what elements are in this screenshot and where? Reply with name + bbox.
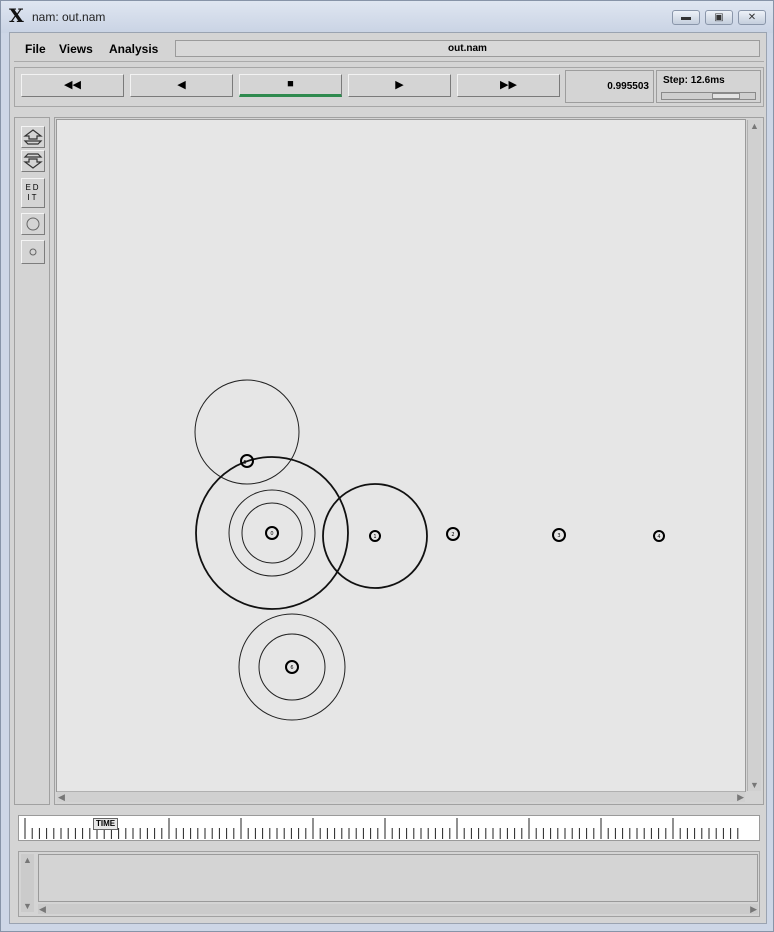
node-2[interactable]: 2 — [446, 527, 460, 541]
play-icon: ▶ — [395, 79, 404, 91]
timeline-slider[interactable]: TIME — [18, 815, 760, 841]
edit-button[interactable]: ED IT — [21, 178, 45, 208]
canvas-vertical-scrollbar[interactable]: ▲ ▼ — [747, 120, 761, 791]
network-topology: 5 0 1 2 3 4 6 — [194, 379, 665, 721]
fast-forward-button[interactable]: ▶▶ — [457, 74, 560, 97]
node-3-label: 3 — [557, 533, 560, 539]
step-label: Step: 12.6ms — [663, 75, 725, 86]
large-circle-icon — [26, 217, 40, 231]
menu-bar: File Views Analysis out.nam — [14, 37, 764, 62]
network-canvas-panel: 5 0 1 2 3 4 6 ▲ ▼ ◀ ▶ — [54, 117, 764, 805]
message-horizontal-scrollbar[interactable]: ◀ ▶ — [38, 904, 758, 914]
node-3[interactable]: 3 — [552, 528, 566, 542]
zoom-in-button[interactable] — [21, 126, 45, 148]
stop-icon: ■ — [287, 78, 294, 90]
node-4-label: 4 — [657, 534, 660, 540]
scroll-right-arrow-icon[interactable]: ▶ — [737, 792, 744, 802]
step-control: Step: 12.6ms — [656, 70, 761, 103]
play-button[interactable]: ▶ — [348, 74, 451, 97]
small-circle-icon — [29, 248, 37, 256]
menu-analysis[interactable]: Analysis — [109, 42, 158, 56]
stop-button[interactable]: ■ — [239, 74, 342, 97]
nam-window: X nam: out.nam ▬ ▣ ✕ File Views Analysis… — [0, 0, 774, 932]
node-5-range-ring — [194, 379, 300, 485]
minimize-button[interactable]: ▬ — [672, 10, 700, 25]
node-0[interactable]: 0 — [265, 526, 279, 540]
rewind-icon: ◀◀ — [64, 79, 81, 91]
node-0-label: 0 — [270, 531, 273, 537]
zoom-out-icon — [23, 153, 43, 169]
message-scroll-down-icon[interactable]: ▼ — [23, 901, 32, 911]
zoom-in-icon — [23, 129, 43, 145]
title-bar[interactable]: X nam: out.nam ▬ ▣ ✕ — [1, 1, 773, 33]
step-back-icon: ◀ — [177, 79, 186, 91]
main-area: File Views Analysis out.nam ◀◀ ◀ ■ ▶ ▶▶ … — [9, 32, 767, 924]
scroll-down-arrow-icon[interactable]: ▼ — [750, 780, 759, 790]
large-circle-button[interactable] — [21, 213, 45, 235]
node-2-label: 2 — [451, 532, 454, 538]
message-panel: ▲ ▼ ◀ ▶ — [18, 851, 760, 917]
network-canvas[interactable]: 5 0 1 2 3 4 6 — [56, 119, 746, 792]
fast-forward-icon: ▶▶ — [500, 79, 517, 91]
scroll-left-arrow-icon[interactable]: ◀ — [58, 792, 65, 802]
step-back-button[interactable]: ◀ — [130, 74, 233, 97]
close-button[interactable]: ✕ — [738, 10, 766, 25]
scroll-up-arrow-icon[interactable]: ▲ — [750, 121, 759, 131]
zoom-out-button[interactable] — [21, 150, 45, 172]
node-5-label: 5 — [243, 460, 246, 466]
playback-toolbar: ◀◀ ◀ ■ ▶ ▶▶ 0.995503 Step: 12.6ms — [14, 67, 764, 107]
x11-logo-icon: X — [9, 5, 24, 27]
node-4[interactable]: 4 — [653, 530, 665, 542]
node-1-label: 1 — [373, 534, 376, 540]
message-scroll-left-icon[interactable]: ◀ — [39, 904, 46, 914]
current-time-display: 0.995503 — [565, 70, 654, 103]
message-scroll-up-icon[interactable]: ▲ — [23, 855, 32, 865]
menu-file[interactable]: File — [25, 42, 46, 56]
message-scroll-right-icon[interactable]: ▶ — [750, 904, 757, 914]
edit-icon: ED IT — [25, 183, 41, 202]
step-slider[interactable] — [661, 92, 756, 100]
maximize-button[interactable]: ▣ — [705, 10, 733, 25]
canvas-horizontal-scrollbar[interactable]: ◀ ▶ — [57, 791, 745, 802]
step-slider-thumb[interactable] — [712, 93, 740, 99]
tool-panel: ED IT — [14, 117, 50, 805]
message-area[interactable] — [38, 854, 758, 902]
rewind-button[interactable]: ◀◀ — [21, 74, 124, 97]
time-slider-handle[interactable]: TIME — [93, 818, 119, 830]
timeline-ticks — [24, 818, 739, 839]
small-circle-button[interactable] — [21, 240, 45, 264]
node-1[interactable]: 1 — [369, 530, 381, 542]
window-title: nam: out.nam — [32, 10, 106, 24]
node-6[interactable]: 6 — [285, 660, 299, 674]
file-title: out.nam — [175, 40, 760, 57]
node-6-label: 6 — [290, 665, 293, 671]
message-vertical-scrollbar[interactable]: ▲ ▼ — [21, 854, 34, 912]
menu-views[interactable]: Views — [59, 42, 93, 56]
